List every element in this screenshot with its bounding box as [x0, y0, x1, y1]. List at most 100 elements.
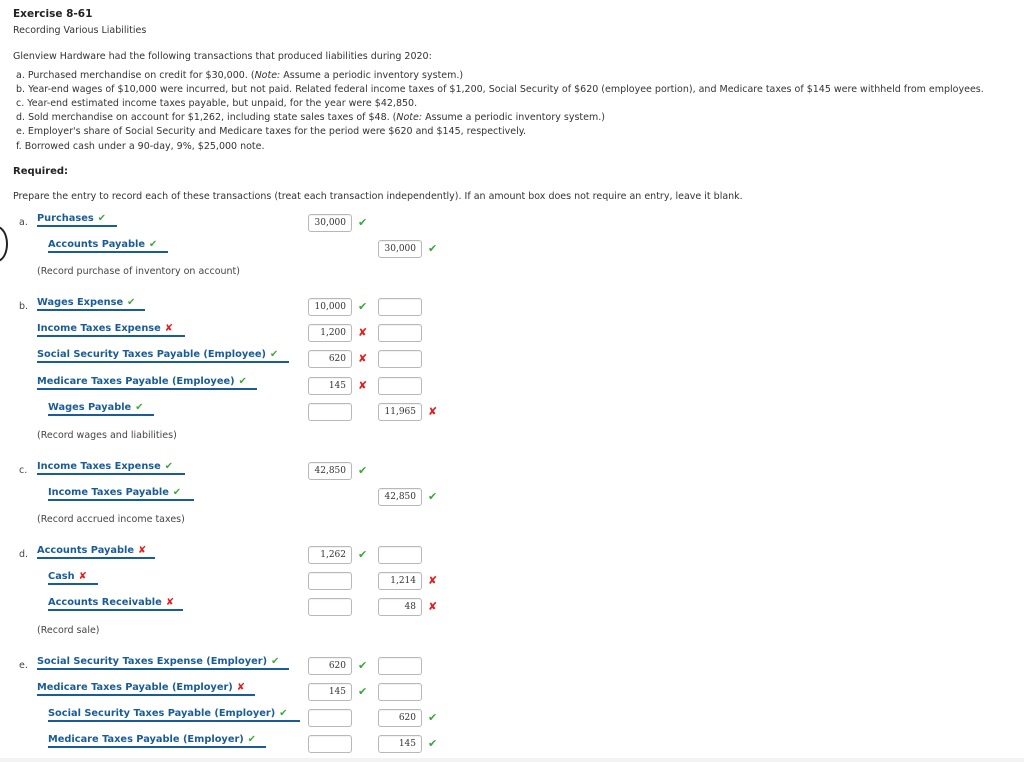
account-name: Accounts Payable — [37, 545, 135, 556]
entry-memo: (Record purchase of inventory on account… — [37, 266, 240, 277]
checkmark-icon: ✔ — [428, 242, 438, 255]
entry-memo: (Record wages and liabilities) — [37, 430, 177, 441]
debit-input[interactable]: 1,200 — [308, 324, 352, 342]
debit-input[interactable]: 1,262 — [308, 546, 352, 564]
checkmark-icon: ✔ — [271, 656, 280, 667]
debit-input[interactable]: 10,000 — [308, 298, 352, 316]
account-select[interactable]: Wages Payable ✔ — [48, 402, 154, 416]
entry-letter: c. — [19, 465, 28, 476]
account-name: Social Security Taxes Payable (Employer) — [48, 708, 276, 719]
transaction-text: d. Sold merchandise on account for $1,26… — [16, 112, 397, 123]
x-mark-icon: ✘ — [138, 545, 147, 556]
account-name: Social Security Taxes Payable (Employee) — [37, 349, 267, 360]
transaction-text: e. Employer's share of Social Security a… — [16, 126, 527, 137]
account-select[interactable]: Accounts Payable ✘ — [37, 545, 155, 559]
debit-input[interactable] — [308, 598, 352, 616]
x-mark-icon: ✘ — [78, 571, 87, 582]
entry-letter: a. — [19, 217, 28, 228]
debit-input[interactable]: 42,850 — [308, 462, 352, 480]
credit-input[interactable] — [378, 546, 422, 564]
account-select[interactable]: Income Taxes Expense ✔ — [37, 461, 185, 475]
credit-input[interactable]: 620 — [378, 709, 422, 727]
credit-input[interactable] — [378, 298, 422, 316]
checkmark-icon: ✔ — [428, 711, 438, 724]
note-label: Note: — [396, 112, 423, 123]
transaction-item: f. Borrowed cash under a 90-day, 9%, $25… — [16, 141, 265, 152]
debit-input[interactable] — [308, 572, 352, 590]
account-name: Income Taxes Expense — [37, 461, 161, 472]
credit-input[interactable]: 48 — [378, 598, 422, 616]
account-name: Wages Expense — [37, 297, 124, 308]
account-select[interactable]: Medicare Taxes Payable (Employer) ✔ — [48, 734, 266, 748]
account-select[interactable]: Accounts Payable ✔ — [48, 239, 168, 253]
x-mark-icon: ✘ — [236, 682, 245, 693]
checkmark-icon: ✔ — [428, 737, 438, 750]
credit-input[interactable] — [378, 324, 422, 342]
credit-input[interactable] — [378, 350, 422, 368]
debit-input[interactable]: 620 — [308, 350, 352, 368]
transaction-text: b. Year-end wages of $10,000 were incurr… — [16, 84, 984, 95]
account-name: Income Taxes Expense — [37, 323, 161, 334]
account-name: Accounts Receivable — [48, 597, 162, 608]
account-select[interactable]: Income Taxes Payable ✔ — [48, 487, 194, 501]
account-select[interactable]: Income Taxes Expense ✘ — [37, 323, 185, 337]
exercise-title: Exercise 8-61 — [13, 8, 93, 20]
checkmark-icon: ✔ — [97, 213, 106, 224]
checkmark-icon: ✔ — [238, 376, 247, 387]
debit-input[interactable] — [308, 709, 352, 727]
account-select[interactable]: Social Security Taxes Payable (Employee)… — [37, 349, 289, 363]
transaction-text: c. Year-end estimated income taxes payab… — [16, 98, 418, 109]
account-name: Purchases — [37, 213, 94, 224]
checkmark-icon: ✔ — [149, 239, 158, 250]
x-mark-icon: ✘ — [358, 352, 368, 365]
transaction-item: e. Employer's share of Social Security a… — [16, 126, 526, 137]
debit-input[interactable] — [308, 403, 352, 421]
credit-input[interactable]: 1,214 — [378, 572, 422, 590]
footer-divider — [0, 758, 1024, 762]
account-select[interactable]: Social Security Taxes Payable (Employer)… — [48, 708, 300, 722]
debit-input[interactable]: 145 — [308, 683, 352, 701]
account-select[interactable]: Wages Expense ✔ — [37, 297, 145, 311]
debit-input[interactable]: 30,000 — [308, 214, 352, 232]
account-select[interactable]: Social Security Taxes Expense (Employer)… — [37, 656, 289, 670]
x-mark-icon: ✘ — [428, 405, 438, 418]
checkmark-icon: ✔ — [247, 734, 256, 745]
account-select[interactable]: Cash ✘ — [48, 571, 98, 585]
exercise-subtitle: Recording Various Liabilities — [13, 25, 147, 36]
account-name: Medicare Taxes Payable (Employer) — [37, 682, 233, 693]
account-select[interactable]: Accounts Receivable ✘ — [48, 597, 183, 611]
credit-input[interactable]: 145 — [378, 735, 422, 753]
x-mark-icon: ✘ — [428, 574, 438, 587]
transaction-item: c. Year-end estimated income taxes payab… — [16, 98, 417, 109]
debit-input[interactable]: 145 — [308, 377, 352, 395]
account-name: Income Taxes Payable — [48, 487, 169, 498]
account-select[interactable]: Medicare Taxes Payable (Employee) ✔ — [37, 376, 257, 390]
checkmark-icon: ✔ — [428, 490, 438, 503]
account-name: Medicare Taxes Payable (Employer) — [48, 734, 244, 745]
credit-input[interactable]: 42,850 — [378, 488, 422, 506]
entry-letter: b. — [19, 301, 29, 312]
account-name: Accounts Payable — [48, 239, 146, 250]
entry-letter: e. — [19, 660, 28, 671]
debit-input[interactable]: 620 — [308, 657, 352, 675]
x-mark-icon: ✘ — [165, 597, 175, 608]
required-heading: Required: — [13, 166, 69, 177]
checkmark-icon: ✔ — [164, 461, 173, 472]
credit-input[interactable] — [378, 657, 422, 675]
checkmark-icon: ✔ — [358, 300, 368, 313]
checkmark-icon: ✔ — [135, 402, 144, 413]
debit-input[interactable] — [308, 735, 352, 753]
checkmark-icon: ✔ — [358, 548, 368, 561]
transaction-text: f. Borrowed cash under a 90-day, 9%, $25… — [16, 141, 265, 152]
transaction-item: d. Sold merchandise on account for $1,26… — [16, 112, 605, 123]
credit-input[interactable]: 11,965 — [378, 403, 422, 421]
credit-input[interactable]: 30,000 — [378, 240, 422, 258]
checkmark-icon: ✔ — [172, 487, 182, 498]
account-name: Social Security Taxes Expense (Employer) — [37, 656, 268, 667]
entry-memo: (Record accrued income taxes) — [37, 514, 185, 525]
x-mark-icon: ✘ — [358, 326, 368, 339]
account-select[interactable]: Medicare Taxes Payable (Employer) ✘ — [37, 682, 255, 696]
account-select[interactable]: Purchases ✔ — [37, 213, 117, 227]
credit-input[interactable] — [378, 377, 422, 395]
credit-input[interactable] — [378, 683, 422, 701]
